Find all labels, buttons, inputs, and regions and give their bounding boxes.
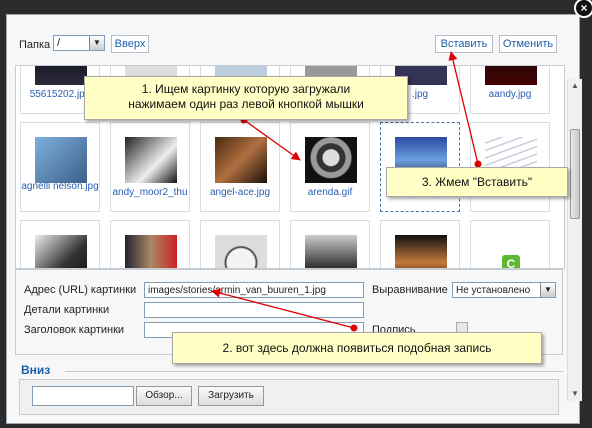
- thumb-caption: aandy.jpg: [488, 89, 532, 100]
- thumbnail-image: [485, 66, 537, 85]
- gallery-thumb[interactable]: C: [470, 220, 550, 268]
- toolbar: Папка / ▼ Вверх Вставить Отменить: [7, 15, 579, 65]
- url-input[interactable]: images/stories/armin_van_buuren_1.jpg: [144, 282, 364, 298]
- thumbnail-image: [305, 137, 357, 183]
- thumb-caption: arenda.gif: [307, 187, 353, 198]
- upload-button[interactable]: Загрузить: [198, 386, 264, 406]
- annotation-note-1: 1. Ищем картинку которую загружали нажим…: [84, 76, 408, 120]
- thumbnail-image: [395, 235, 447, 268]
- folder-select[interactable]: / ▼: [53, 35, 105, 51]
- scroll-up-icon[interactable]: ▲: [570, 81, 580, 91]
- align-select-value: Не установлено: [456, 285, 531, 296]
- upload-section: Вниз Обзор... Загрузить: [15, 359, 563, 419]
- section-divider: [65, 371, 563, 372]
- thumb-caption: angel-ace.jpg: [209, 187, 271, 198]
- gallery-thumb[interactable]: [110, 220, 190, 268]
- upload-title: Вниз: [21, 363, 51, 377]
- thumbnail-image: [35, 235, 87, 268]
- thumbnail-image: [125, 235, 177, 268]
- thumbnail-image: [35, 137, 87, 183]
- gallery-thumb[interactable]: andy_moor2_thu: [110, 122, 190, 212]
- scroll-down-icon[interactable]: ▼: [570, 389, 580, 399]
- up-button[interactable]: Вверх: [111, 35, 149, 53]
- title-label: Заголовок картинки: [24, 324, 125, 336]
- gallery-thumb[interactable]: agnelli nelson.jpg: [20, 122, 100, 212]
- chevron-down-icon[interactable]: ▼: [540, 283, 555, 297]
- thumb-caption: andy_moor2_thu: [112, 187, 188, 198]
- folder-label: Папка: [19, 39, 51, 51]
- gallery-thumb[interactable]: [290, 220, 370, 268]
- gallery-thumb[interactable]: [380, 220, 460, 268]
- align-label: Выравнивание: [372, 284, 448, 296]
- scrollbar-thumb[interactable]: [570, 129, 580, 219]
- thumb-caption: agnelli nelson.jpg: [21, 181, 99, 192]
- note-1-line-1: 1. Ищем картинку которую загружали: [141, 82, 351, 96]
- upload-box: Обзор... Загрузить: [19, 379, 559, 415]
- details-input[interactable]: [144, 302, 364, 318]
- gallery-thumb[interactable]: angel-ace.jpg: [200, 122, 280, 212]
- note-1-line-2: нажимаем один раз левой кнопкой мышки: [128, 97, 364, 111]
- gallery-thumb[interactable]: aandy.jpg: [470, 66, 550, 114]
- gallery-thumb[interactable]: arenda.gif: [290, 122, 370, 212]
- thumbnail-image: [35, 66, 87, 85]
- details-label: Детали картинки: [24, 304, 110, 316]
- gallery-scrollbar[interactable]: ▲ ▼: [567, 79, 582, 401]
- app-logo-icon: C: [502, 255, 520, 268]
- folder-select-value: /: [57, 37, 61, 49]
- chevron-down-icon[interactable]: ▼: [89, 36, 104, 50]
- thumbnail-image: [125, 137, 177, 183]
- annotation-note-3: 3. Жмем "Вставить": [386, 167, 568, 197]
- close-icon[interactable]: ×: [574, 0, 592, 18]
- thumbnail-image: [305, 235, 357, 268]
- annotation-note-2: 2. вот здесь должна появиться подобная з…: [172, 332, 542, 364]
- file-path-input[interactable]: [32, 386, 134, 406]
- align-select[interactable]: Не установлено ▼: [452, 282, 556, 298]
- gallery-thumb[interactable]: [200, 220, 280, 268]
- insert-button[interactable]: Вставить: [435, 35, 493, 53]
- url-label: Адрес (URL) картинки: [24, 284, 137, 296]
- thumbnail-image: [215, 137, 267, 183]
- gallery-thumb[interactable]: [20, 220, 100, 268]
- browse-button[interactable]: Обзор...: [136, 386, 192, 406]
- thumbnail-image: [215, 235, 267, 268]
- cancel-button[interactable]: Отменить: [499, 35, 557, 53]
